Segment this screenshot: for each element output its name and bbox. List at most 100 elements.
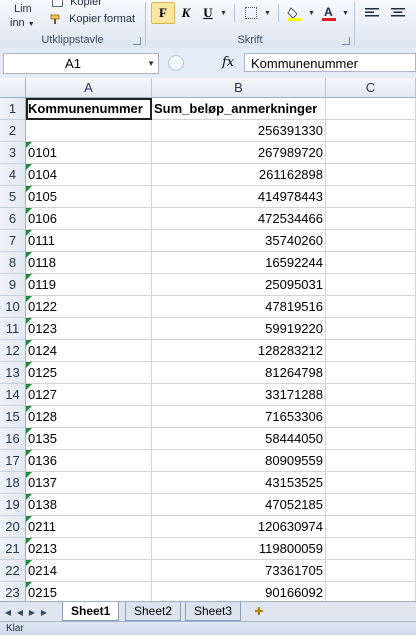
cell-b[interactable]: 47819516 <box>152 296 326 318</box>
underline-dropdown-chevron-icon[interactable]: ▼ <box>220 4 228 22</box>
cell-a[interactable]: 0138 <box>26 494 152 516</box>
bold-button[interactable]: F <box>151 2 175 24</box>
prev-sheet-icon[interactable]: ◀ <box>14 605 26 619</box>
row-header[interactable]: 12 <box>0 340 26 362</box>
cell-a[interactable]: 0127 <box>26 384 152 406</box>
row-header[interactable]: 11 <box>0 318 26 340</box>
cell-c[interactable] <box>326 516 416 538</box>
cell-a[interactable] <box>26 120 152 142</box>
cell-b[interactable]: 120630974 <box>152 516 326 538</box>
chevron-down-icon[interactable]: ▼ <box>147 54 155 73</box>
name-box[interactable]: A1 ▼ <box>3 53 159 74</box>
cell-a[interactable]: 0122 <box>26 296 152 318</box>
next-sheet-icon[interactable]: ▶ <box>26 605 38 619</box>
cell-c[interactable] <box>326 208 416 230</box>
tab-sheet3[interactable]: Sheet3 <box>185 602 242 621</box>
cell-b[interactable]: 25095031 <box>152 274 326 296</box>
paste-dropdown[interactable]: inn ▼ <box>10 17 35 29</box>
cell-a[interactable]: 0118 <box>26 252 152 274</box>
cell-a[interactable]: 0137 <box>26 472 152 494</box>
cell-c[interactable] <box>326 560 416 582</box>
cell-c[interactable] <box>326 98 416 120</box>
clipboard-dialog-launcher-icon[interactable] <box>133 37 141 45</box>
cell-b[interactable]: Sum_beløp_anmerkninger <box>152 98 326 120</box>
cell-b[interactable]: 73361705 <box>152 560 326 582</box>
cell-b[interactable]: 256391330 <box>152 120 326 142</box>
worksheet-grid[interactable]: A B C 1 Kommunenummer Sum_beløp_anmerkning… <box>0 78 416 601</box>
row-header[interactable]: 6 <box>0 208 26 230</box>
cell-a[interactable]: 0124 <box>26 340 152 362</box>
insert-function-button[interactable]: fx <box>222 55 234 70</box>
tab-sheet2[interactable]: Sheet2 <box>125 602 182 621</box>
italic-button[interactable]: K <box>175 3 197 23</box>
cell-c[interactable] <box>326 318 416 340</box>
tab-sheet1[interactable]: Sheet1 <box>62 602 120 621</box>
font-dialog-launcher-icon[interactable] <box>342 37 350 45</box>
row-header[interactable]: 8 <box>0 252 26 274</box>
row-header[interactable]: 7 <box>0 230 26 252</box>
cell-c[interactable] <box>326 120 416 142</box>
paste-button[interactable]: Lim <box>14 3 32 15</box>
cell-b[interactable]: 59919220 <box>152 318 326 340</box>
cell-c[interactable] <box>326 450 416 472</box>
cell-a[interactable]: Kommunenummer <box>26 98 152 120</box>
select-all-button[interactable] <box>0 78 26 98</box>
cell-b[interactable]: 267989720 <box>152 142 326 164</box>
cell-a[interactable]: 0104 <box>26 164 152 186</box>
cell-b[interactable]: 80909559 <box>152 450 326 472</box>
row-header[interactable]: 5 <box>0 186 26 208</box>
borders-button[interactable] <box>240 3 262 23</box>
cell-c[interactable] <box>326 538 416 560</box>
cell-a[interactable]: 0211 <box>26 516 152 538</box>
cell-a[interactable]: 0119 <box>26 274 152 296</box>
cell-b[interactable]: 472534466 <box>152 208 326 230</box>
fill-color-dropdown-chevron-icon[interactable]: ▼ <box>308 4 316 22</box>
cell-a[interactable]: 0215 <box>26 582 152 601</box>
cell-a[interactable]: 0213 <box>26 538 152 560</box>
cell-a[interactable]: 0125 <box>26 362 152 384</box>
cell-c[interactable] <box>326 362 416 384</box>
cell-a[interactable]: 0106 <box>26 208 152 230</box>
cell-a[interactable]: 0101 <box>26 142 152 164</box>
cell-b[interactable]: 81264798 <box>152 362 326 384</box>
cell-c[interactable] <box>326 384 416 406</box>
cell-b[interactable]: 414978443 <box>152 186 326 208</box>
cell-b[interactable]: 71653306 <box>152 406 326 428</box>
row-header[interactable]: 18 <box>0 472 26 494</box>
cell-b[interactable]: 16592244 <box>152 252 326 274</box>
font-color-dropdown-chevron-icon[interactable]: ▼ <box>342 4 350 22</box>
column-header-b[interactable]: B <box>152 78 326 98</box>
insert-sheet-icon[interactable]: ✚ <box>250 604 268 619</box>
cell-a[interactable]: 0105 <box>26 186 152 208</box>
cell-a[interactable]: 0136 <box>26 450 152 472</box>
cell-b[interactable]: 119800059 <box>152 538 326 560</box>
cell-c[interactable] <box>326 186 416 208</box>
cell-c[interactable] <box>326 164 416 186</box>
cell-c[interactable] <box>326 230 416 252</box>
cell-c[interactable] <box>326 406 416 428</box>
cell-c[interactable] <box>326 274 416 296</box>
row-header[interactable]: 23 <box>0 582 26 601</box>
cell-a[interactable]: 0135 <box>26 428 152 450</box>
row-header[interactable]: 16 <box>0 428 26 450</box>
cell-b[interactable]: 47052185 <box>152 494 326 516</box>
row-header[interactable]: 1 <box>0 98 26 120</box>
cell-c[interactable] <box>326 582 416 601</box>
cell-b[interactable]: 43153525 <box>152 472 326 494</box>
cell-a[interactable]: 0128 <box>26 406 152 428</box>
cell-a[interactable]: 0214 <box>26 560 152 582</box>
cell-c[interactable] <box>326 472 416 494</box>
last-sheet-icon[interactable]: ▶ <box>38 605 50 619</box>
fill-color-button[interactable] <box>284 3 306 23</box>
row-header[interactable]: 19 <box>0 494 26 516</box>
formula-bar-handle-icon[interactable] <box>168 55 184 71</box>
cell-c[interactable] <box>326 296 416 318</box>
column-header-c[interactable]: C <box>326 78 416 98</box>
row-header[interactable]: 10 <box>0 296 26 318</box>
underline-button[interactable]: U <box>197 3 219 23</box>
row-header[interactable]: 22 <box>0 560 26 582</box>
row-header[interactable]: 13 <box>0 362 26 384</box>
cell-b[interactable]: 33171288 <box>152 384 326 406</box>
row-header[interactable]: 20 <box>0 516 26 538</box>
cell-c[interactable] <box>326 340 416 362</box>
